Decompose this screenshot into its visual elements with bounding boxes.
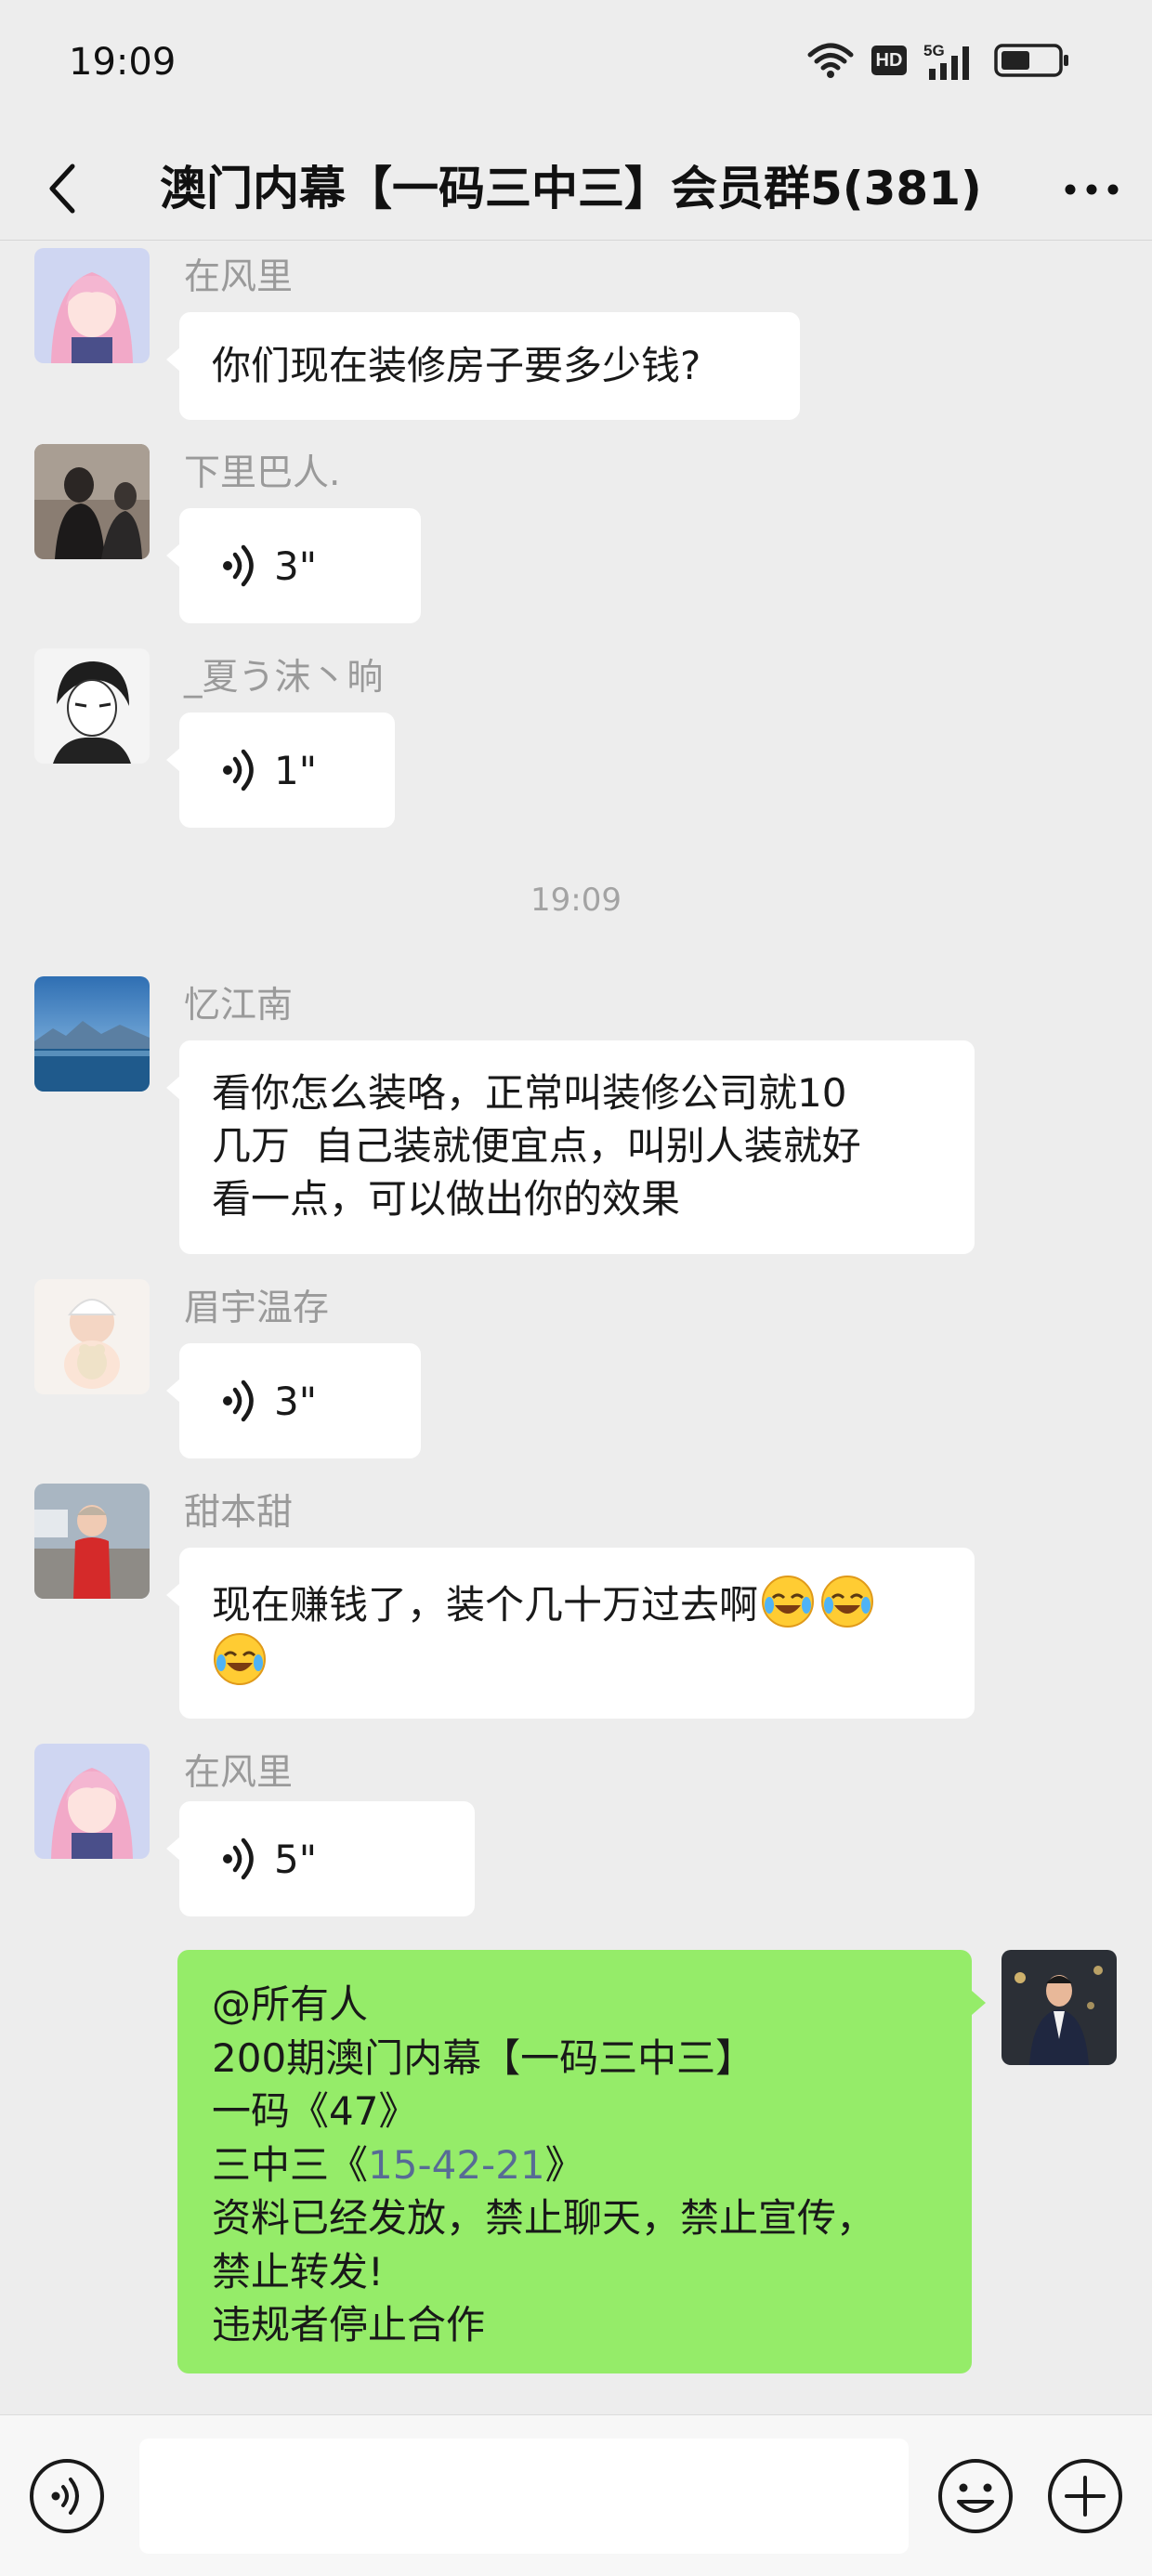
chat-header: 澳门内幕【一码三中三】会员群5(381) xyxy=(0,137,1152,241)
emoji-button[interactable] xyxy=(936,2457,1015,2535)
sender-name: 眉宇温存 xyxy=(184,1288,330,1329)
voice-message: 5" xyxy=(179,1801,475,1916)
wifi-icon xyxy=(807,43,854,78)
emoji-icon xyxy=(938,2459,1013,2533)
voice-wave-icon xyxy=(223,1380,254,1422)
more-dots-icon xyxy=(1065,184,1119,195)
avatar[interactable] xyxy=(34,648,150,764)
message-text-line: @所有人 xyxy=(212,1981,369,2027)
voice-duration: 1" xyxy=(274,747,318,793)
status-bar: 19:09 HD 5G xyxy=(0,0,1152,137)
chat-title: 澳门内幕【一码三中三】会员群5(381) xyxy=(160,162,982,216)
message-text-line: 三中三《15-42-21》 xyxy=(212,2138,938,2192)
signal-5g-icon: 5G xyxy=(923,42,969,80)
sender-name: 下里巴人. xyxy=(184,452,341,494)
message-text-line: 几万 自己装就便宜点，叫别人装就好 xyxy=(212,1123,861,1169)
voice-wave-icon xyxy=(223,1837,254,1880)
message-text-line: 违规者停止合作 xyxy=(212,2302,486,2347)
voice-wave-icon xyxy=(223,544,254,587)
voice-input-button[interactable] xyxy=(28,2457,106,2535)
voice-message: 1" xyxy=(179,713,395,828)
sender-name: 在风里 xyxy=(184,1752,294,1794)
message-bubble[interactable]: 看你怎么装咯，正常叫装修公司就10 几万 自己装就便宜点，叫别人装就好 看一点，… xyxy=(166,1040,975,1254)
message-text: 你们现在装修房子要多少钱? xyxy=(212,343,701,388)
message-text-line: 200期澳门内幕【一码三中三】 xyxy=(212,2034,755,2081)
message-text-line: 禁止转发! xyxy=(212,2248,384,2295)
sender-name: 甜本甜 xyxy=(184,1492,294,1534)
laughing-crying-emoji xyxy=(821,1576,874,1628)
voice-message-bubble[interactable]: 3" xyxy=(166,1343,421,1458)
back-button[interactable] xyxy=(33,158,89,219)
message-input[interactable] xyxy=(139,2439,909,2554)
message-text-suffix: 》 xyxy=(544,2141,584,2188)
voice-duration: 3" xyxy=(274,543,318,589)
status-time: 19:09 xyxy=(69,41,177,84)
input-bar xyxy=(0,2414,1152,2576)
message-text-line: 资料已经发放，禁止聊天，禁止宣传， xyxy=(212,2195,876,2241)
chevron-left-icon xyxy=(49,163,75,214)
number-link[interactable]: 15-42-21 xyxy=(368,2142,545,2188)
avatar[interactable] xyxy=(34,444,150,559)
avatar[interactable] xyxy=(34,248,150,363)
laughing-crying-emoji xyxy=(762,1576,815,1628)
status-icons: HD 5G xyxy=(806,39,1070,82)
sender-name: _夏う沫丶晌 xyxy=(184,657,384,699)
hd-icon: HD xyxy=(871,46,907,75)
voice-message: 3" xyxy=(179,1343,421,1458)
plus-icon xyxy=(1048,2459,1122,2533)
sender-name: 忆江南 xyxy=(184,985,294,1026)
voice-message-bubble[interactable]: 1" xyxy=(166,713,395,828)
message-text-line: 一码《47》 xyxy=(212,2088,418,2134)
voice-message-bubble[interactable]: 3" xyxy=(166,508,421,623)
avatar[interactable] xyxy=(34,1484,150,1599)
message-text-line: 看你怎么装咯，正常叫装修公司就10 xyxy=(212,1070,847,1116)
avatar[interactable] xyxy=(34,1744,150,1859)
message-bubble[interactable]: 你们现在装修房子要多少钱? xyxy=(166,312,800,420)
battery-icon xyxy=(994,44,1068,77)
voice-message-bubble[interactable]: 5" xyxy=(166,1801,475,1916)
avatar[interactable] xyxy=(34,1279,150,1394)
message-bubble[interactable]: 现在赚钱了，装个几十万过去啊 xyxy=(166,1548,975,1719)
voice-duration: 3" xyxy=(274,1378,318,1424)
sender-name: 在风里 xyxy=(184,256,294,298)
laughing-crying-emoji xyxy=(214,1633,266,1685)
message-text-line: 看一点，可以做出你的效果 xyxy=(212,1176,681,1222)
sent-message-bubble[interactable]: @所有人 200期澳门内幕【一码三中三】 一码《47》 三中三《15-42-21… xyxy=(177,1950,986,2373)
timestamp: 19:09 xyxy=(530,882,622,919)
voice-wave-icon xyxy=(223,749,254,791)
voice-input-icon xyxy=(30,2459,104,2533)
more-button[interactable] xyxy=(1059,162,1124,217)
voice-message: 3" xyxy=(179,508,421,623)
message-text: 现在赚钱了，装个几十万过去啊 xyxy=(212,1582,759,1628)
avatar-self[interactable] xyxy=(1001,1950,1117,2065)
avatar[interactable] xyxy=(34,976,150,1092)
chat-message-list[interactable]: 在风里 你们现在装修房子要多少钱? 下里巴人. 3" _夏う沫丶晌 1" 19:… xyxy=(0,241,1152,2414)
message-text-prefix: 三中三《 xyxy=(212,2141,369,2188)
more-functions-button[interactable] xyxy=(1046,2457,1124,2535)
voice-duration: 5" xyxy=(274,1836,318,1882)
network-type-label: 5G xyxy=(923,42,945,59)
